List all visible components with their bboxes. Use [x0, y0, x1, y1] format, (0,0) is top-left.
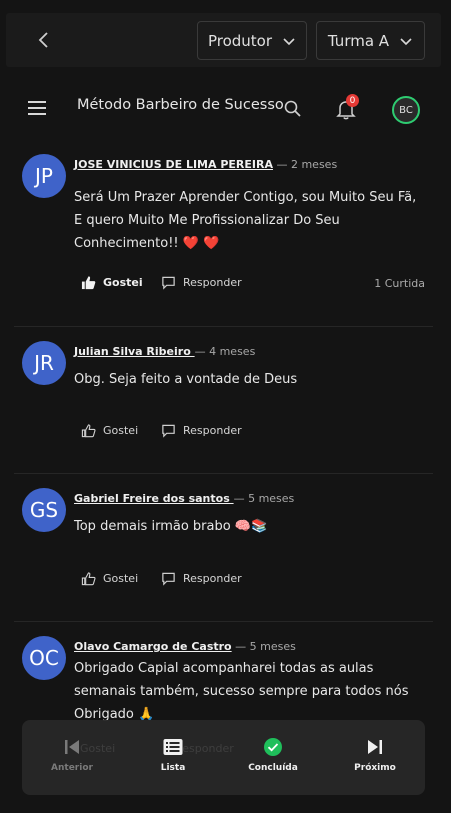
comment-header: JOSE VINICIUS DE LIMA PEREIRA — 2 meses	[74, 158, 337, 171]
comment-list: JP JOSE VINICIUS DE LIMA PEREIRA — 2 mes…	[14, 140, 433, 787]
page-title: Método Barbeiro de Sucesso	[77, 97, 284, 113]
comment-actions: Gostei Responder	[81, 571, 242, 586]
comment-author[interactable]: JOSE VINICIUS DE LIMA PEREIRA	[74, 158, 273, 171]
like-label: Gostei	[103, 276, 143, 289]
back-chevron-icon[interactable]	[32, 28, 56, 52]
comment-actions: Gostei Responder	[81, 275, 242, 290]
comment-time: — 5 meses	[231, 640, 296, 653]
notification-badge: 0	[346, 94, 359, 107]
comment-time: — 4 meses	[194, 345, 256, 358]
comment-author[interactable]: Gabriel Freire dos santos	[74, 492, 234, 505]
comment-header: Julian Silva Ribeiro — 4 meses	[74, 345, 255, 358]
comment-author[interactable]: Julian Silva Ribeiro	[74, 345, 195, 358]
list-button[interactable]: Lista	[133, 737, 213, 773]
comment-text: Obg. Seja feito a vontade de Deus	[74, 372, 298, 387]
comment-item: JP JOSE VINICIUS DE LIMA PEREIRA — 2 mes…	[14, 140, 433, 327]
completed-label: Concluída	[248, 763, 298, 773]
comment-text: Obrigado Capial acompanharei todas as au…	[74, 661, 409, 722]
like-button[interactable]: Gostei	[81, 423, 161, 438]
user-avatar[interactable]: BC	[392, 96, 420, 124]
next-label: Próximo	[354, 763, 396, 773]
class-dropdown-label: Turma A	[327, 31, 390, 50]
comment-item: JR Julian Silva Ribeiro — 4 meses Obg. S…	[14, 327, 433, 474]
comment-header: Olavo Camargo de Castro — 5 meses	[74, 640, 296, 653]
comment-author[interactable]: Olavo Camargo de Castro	[74, 640, 232, 653]
comment-icon	[162, 424, 175, 438]
completed-button[interactable]: Concluída	[233, 737, 313, 773]
comment-time: — 2 meses	[272, 158, 338, 171]
top-bar: Produtor Turma A	[6, 13, 441, 67]
comment-icon	[162, 572, 175, 586]
skip-next-icon	[368, 740, 382, 754]
thumbs-up-icon	[81, 424, 96, 438]
chevron-down-icon	[283, 37, 295, 45]
like-button[interactable]: Gostei	[81, 275, 161, 290]
comment-text: Top demais irmão brabo 🧠📚	[74, 519, 268, 534]
app-header: Método Barbeiro de Sucesso 0 BC	[0, 80, 451, 138]
comment-item: GS Gabriel Freire dos santos — 5 meses T…	[14, 474, 433, 622]
class-dropdown[interactable]: Turma A	[316, 21, 425, 60]
chevron-down-icon	[400, 37, 412, 45]
list-icon	[163, 739, 183, 755]
comment-time: — 5 meses	[233, 492, 295, 505]
reply-label: Responder	[183, 276, 242, 289]
comment-actions: Gostei Responder	[81, 423, 242, 438]
lesson-navigation: Gostei Responder Anterior Lista Concluíd…	[22, 720, 425, 795]
thumbs-up-icon	[81, 572, 96, 586]
next-button[interactable]: Próximo	[335, 737, 415, 773]
comment-text: Será Um Prazer Aprender Contigo, sou Mui…	[74, 190, 417, 251]
reply-button[interactable]: Responder	[161, 571, 242, 586]
check-circle-icon	[264, 738, 282, 756]
thumbs-up-filled-icon	[81, 276, 96, 290]
comment-header: Gabriel Freire dos santos — 5 meses	[74, 492, 294, 505]
comment-avatar: JR	[22, 341, 66, 385]
reply-button[interactable]: Responder	[161, 275, 242, 290]
like-button[interactable]: Gostei	[81, 571, 161, 586]
menu-icon[interactable]	[28, 100, 48, 116]
reply-label: Responder	[183, 424, 242, 437]
comment-avatar: GS	[22, 488, 66, 532]
comment-avatar: OC	[22, 636, 66, 680]
reply-label: Responder	[183, 572, 242, 585]
comment-avatar: JP	[22, 154, 66, 198]
previous-button[interactable]: Anterior	[32, 737, 112, 773]
like-label: Gostei	[103, 572, 139, 585]
producer-dropdown-label: Produtor	[207, 31, 273, 50]
list-label: Lista	[160, 763, 186, 773]
reply-button[interactable]: Responder	[161, 423, 242, 438]
likes-count: 1 Curtida	[374, 277, 425, 290]
skip-previous-icon	[65, 740, 79, 754]
comment-icon	[162, 276, 175, 290]
previous-label: Anterior	[51, 763, 93, 773]
producer-dropdown[interactable]: Produtor	[197, 21, 307, 60]
search-icon[interactable]	[283, 99, 303, 119]
like-label: Gostei	[103, 424, 139, 437]
